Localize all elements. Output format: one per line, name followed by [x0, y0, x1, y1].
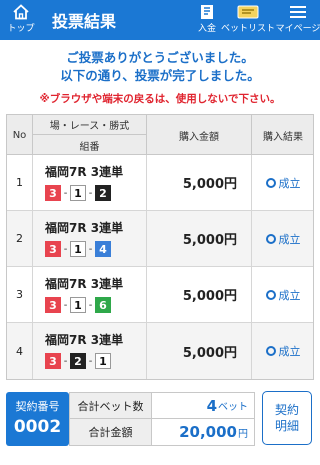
betlist-label: ベットリスト	[221, 24, 276, 34]
home-icon	[12, 0, 30, 24]
row-race: 福岡7R 3連単 3 - 1 - 2	[33, 155, 147, 210]
success-circle-icon	[265, 177, 276, 188]
row-result: 成立	[252, 323, 314, 379]
row-result: 成立	[252, 155, 314, 210]
mypage-label: マイページ	[275, 24, 320, 34]
row-no: 2	[7, 211, 33, 266]
row-amount: 5,000円	[147, 267, 252, 322]
mypage-button[interactable]: マイページ	[275, 0, 320, 40]
header-bar: トップ 投票結果 入金 ベットリスト マイページ	[0, 0, 320, 40]
boat-number-1st: 3	[45, 185, 61, 201]
total-amount-value-cell: 20,000 円	[152, 419, 254, 445]
total-bets-value: 4	[206, 396, 217, 415]
table-row: 3 福岡7R 3連単 3 - 1 - 6 5,000円 成立	[7, 267, 313, 323]
row-race: 福岡7R 3連単 3 - 1 - 6	[33, 267, 147, 322]
total-amount-label: 合計金額	[70, 419, 152, 445]
combination: 3 - 1 - 2	[45, 185, 111, 201]
race-name: 福岡7R 3連単	[45, 333, 124, 347]
race-name: 福岡7R 3連単	[45, 165, 124, 179]
boat-number-2nd: 1	[70, 297, 86, 313]
row-amount: 5,000円	[147, 323, 252, 379]
row-amount: 5,000円	[147, 211, 252, 266]
boat-number-3rd: 4	[95, 241, 111, 257]
total-amount-value: 20,000	[179, 423, 237, 441]
success-circle-icon	[265, 346, 276, 356]
row-race: 福岡7R 3連単 3 - 2 - 1	[33, 323, 147, 379]
contract-number-box: 契約番号 0002	[6, 392, 69, 446]
header-combination: 組番	[79, 141, 100, 153]
total-bets-value-cell: 4 ベット	[152, 393, 254, 418]
boat-number-3rd: 6	[95, 297, 111, 313]
top-label: トップ	[7, 24, 35, 34]
result-label: 成立	[278, 232, 301, 246]
hamburger-menu-icon	[288, 0, 308, 24]
separator: -	[63, 355, 68, 367]
separator: -	[63, 187, 68, 199]
combination: 3 - 2 - 1	[45, 353, 111, 369]
row-no: 3	[7, 267, 33, 322]
boat-number-2nd: 1	[70, 185, 86, 201]
success-circle-icon	[265, 289, 276, 300]
boat-number-2nd: 2	[70, 353, 86, 369]
boat-number-1st: 3	[45, 297, 61, 313]
separator: -	[63, 243, 68, 255]
detail-button-line2: 明細	[274, 419, 299, 433]
table-row: 2 福岡7R 3連単 3 - 1 - 4 5,000円 成立	[7, 211, 313, 267]
separator: -	[88, 243, 93, 255]
row-no: 1	[7, 155, 33, 210]
race-name: 福岡7R 3連単	[45, 221, 124, 235]
boat-number-2nd: 1	[70, 241, 86, 257]
result-label: 成立	[278, 345, 301, 358]
bet-result-table: No 場・レース・勝式 組番 購入金額 購入結果 1 福岡7R 3連単 3 - …	[6, 114, 314, 380]
ticket-icon	[237, 0, 259, 24]
header-race-type: 場・レース・勝式	[33, 115, 146, 135]
separator: -	[88, 299, 93, 311]
page-title: 投票結果	[52, 12, 117, 31]
thanks-message: ご投票ありがとうございました。	[66, 50, 254, 65]
completed-message: 以下の通り、投票が完了しました。	[60, 68, 260, 83]
total-bets-row: 合計ベット数 4 ベット	[70, 393, 254, 419]
deposit-icon	[198, 0, 216, 24]
row-race: 福岡7R 3連単 3 - 1 - 4	[33, 211, 147, 266]
separator: -	[88, 355, 93, 367]
boat-number-1st: 3	[45, 353, 61, 369]
result-label: 成立	[278, 176, 301, 190]
row-amount: 5,000円	[147, 155, 252, 210]
contract-label: 契約番号	[15, 400, 60, 413]
table-header: No 場・レース・勝式 組番 購入金額 購入結果	[7, 115, 313, 155]
table-row: 1 福岡7R 3連単 3 - 1 - 2 5,000円 成立	[7, 155, 313, 211]
success-circle-icon	[265, 233, 276, 244]
boat-number-1st: 3	[45, 241, 61, 257]
contract-detail-button[interactable]: 契約 明細	[262, 391, 312, 445]
boat-number-3rd: 1	[95, 353, 111, 369]
combination: 3 - 1 - 4	[45, 241, 111, 257]
result-label: 成立	[278, 288, 301, 302]
header-race: 場・レース・勝式 組番	[33, 115, 147, 155]
separator: -	[88, 187, 93, 199]
total-bets-unit: ベット	[218, 402, 248, 413]
separator: -	[63, 299, 68, 311]
header-result: 購入結果	[263, 131, 303, 143]
race-name: 福岡7R 3連単	[45, 277, 124, 291]
row-result: 成立	[252, 211, 314, 266]
header-no: No	[7, 115, 33, 155]
contract-number: 0002	[13, 417, 62, 437]
top-button[interactable]: トップ	[4, 0, 38, 40]
warning-message: ※ブラウザや端末の戻るは、使用しないで下さい。	[39, 93, 281, 105]
total-bets-label: 合計ベット数	[70, 393, 152, 418]
betlist-button[interactable]: ベットリスト	[221, 0, 276, 40]
total-amount-unit: 円	[238, 428, 248, 440]
deposit-button[interactable]: 入金	[193, 0, 221, 40]
deposit-label: 入金	[197, 24, 216, 34]
table-row: 4 福岡7R 3連単 3 - 2 - 1 5,000円 成立	[7, 323, 313, 379]
detail-button-line1: 契約	[274, 403, 299, 417]
totals-box: 合計ベット数 4 ベット 合計金額 20,000 円	[69, 392, 255, 446]
boat-number-3rd: 2	[95, 185, 111, 201]
combination: 3 - 1 - 6	[45, 297, 111, 313]
row-no: 4	[7, 323, 33, 379]
total-amount-row: 合計金額 20,000 円	[70, 419, 254, 445]
header-amount: 購入金額	[147, 115, 252, 155]
row-result: 成立	[252, 267, 314, 322]
